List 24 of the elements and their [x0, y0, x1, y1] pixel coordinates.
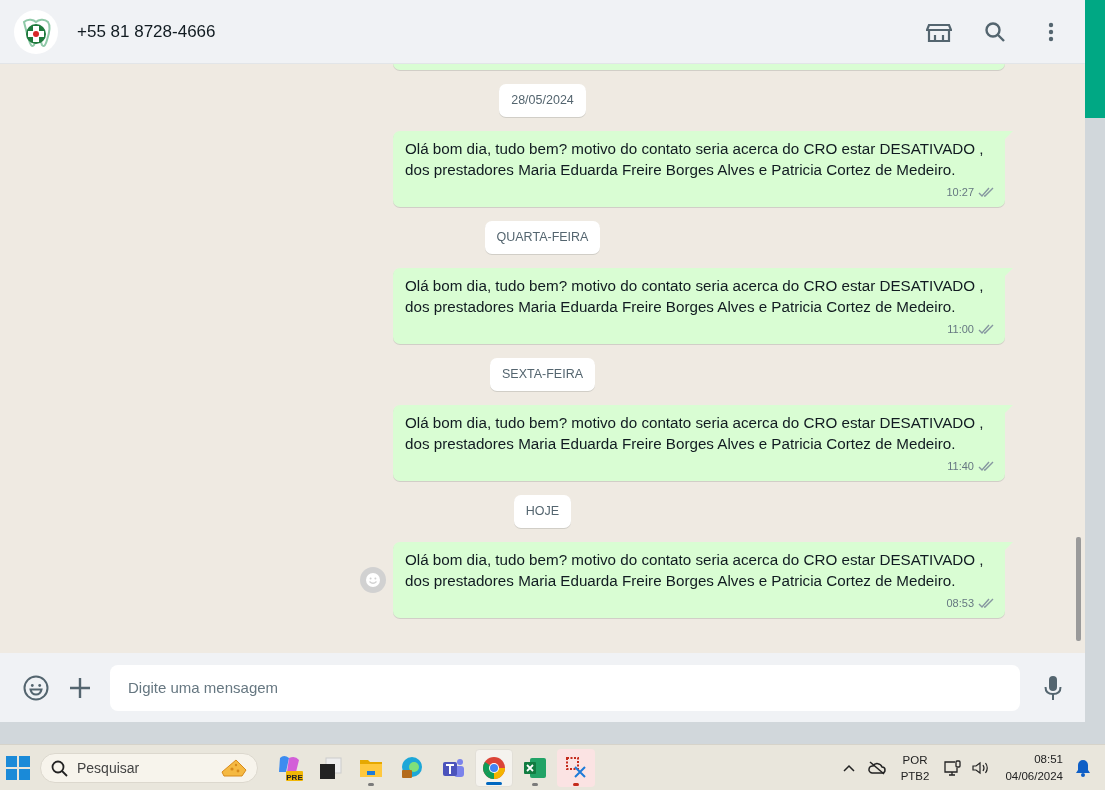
- message-text: Olá bom dia, tudo bem? motivo do contato seria acerca do CRO estar DESATIVADO , dos prestadores Maria Eduarda Freire Borges Alves e Patricia Cortez de Medeiro.: [405, 276, 985, 317]
- message-time: 11:40: [947, 460, 974, 472]
- clock-time[interactable]: 08:51: [1034, 750, 1063, 768]
- date-label: SEXTA-FEIRA: [490, 358, 595, 391]
- search-icon: [51, 759, 68, 777]
- message-time: 11:00: [947, 323, 974, 335]
- message-text: Olá bom dia, tudo bem? motivo do contato seria acerca do CRO estar DESATIVADO , dos prestadores Maria Eduarda Freire Borges Alves e Patricia Cortez de Medeiro.: [405, 550, 985, 591]
- start-icon[interactable]: [6, 755, 30, 780]
- message-text: Olá bom dia, tudo bem? motivo do contato seria acerca do CRO estar DESATIVADO , dos prestadores Maria Eduarda Freire Borges Alves e Patricia Cortez de Medeiro.: [405, 139, 985, 180]
- date-label: 28/05/2024: [499, 84, 586, 117]
- message-input-field[interactable]: Digite uma mensagem: [110, 664, 1020, 711]
- scrollbar-thumb[interactable]: [1076, 537, 1081, 641]
- taskbar-search-field[interactable]: Pesquisar: [40, 752, 258, 783]
- keyboard-layout-label[interactable]: PTB2: [900, 767, 930, 784]
- clock-date[interactable]: 04/06/2024: [1005, 767, 1063, 785]
- chrome-app-icon[interactable]: [475, 748, 513, 787]
- message-time: 08:53: [946, 597, 974, 609]
- message-time: 10:27: [946, 186, 974, 198]
- message-text: Olá bom dia, tudo bem? motivo do contato seria acerca do CRO estar DESATIVADO , dos prestadores Maria Eduarda Freire Borges Alves e Patricia Cortez de Medeiro.: [405, 413, 985, 454]
- date-label: QUARTA-FEIRA: [484, 221, 601, 254]
- snip-app-icon[interactable]: [557, 748, 595, 787]
- date-label: HOJE: [513, 495, 572, 528]
- language-label[interactable]: POR: [902, 751, 928, 768]
- contact-avatar-logo[interactable]: [14, 9, 58, 54]
